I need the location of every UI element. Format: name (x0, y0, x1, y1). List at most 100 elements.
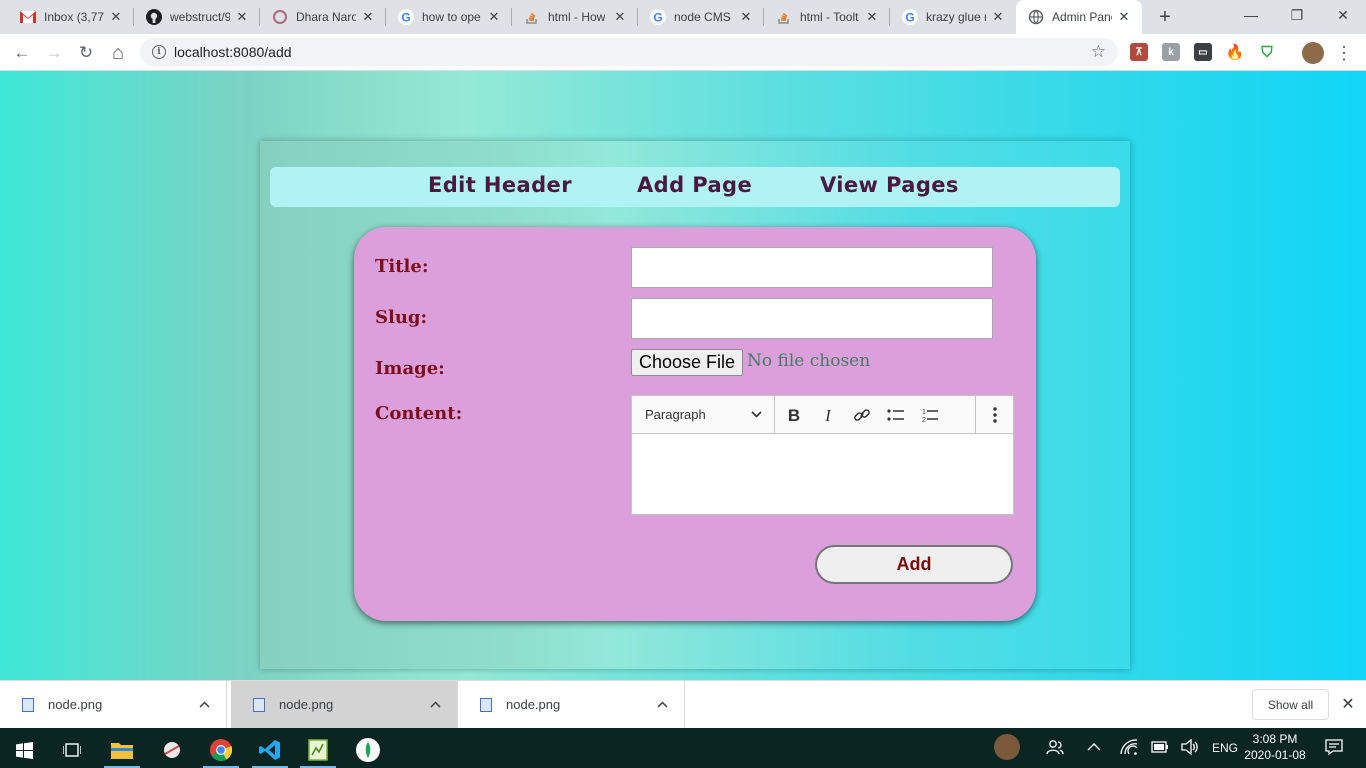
extension-icon[interactable]: k (1162, 43, 1180, 61)
more-options-icon[interactable] (982, 402, 1008, 428)
slug-input[interactable] (631, 298, 993, 339)
tab-dhara[interactable]: Dhara Naro ✕ (260, 0, 386, 34)
content-label: Content: (375, 403, 463, 424)
windows-taskbar: ENG 3:08 PM 2020-01-08 (0, 728, 1366, 768)
show-all-button[interactable]: Show all (1252, 689, 1329, 720)
bulleted-list-icon[interactable] (883, 402, 909, 428)
tab-gmail[interactable]: Inbox (3,77 ✕ (8, 0, 134, 34)
downloads-shelf: node.png node.png node.png Show all ✕ (0, 680, 1366, 728)
back-button[interactable]: ← (9, 40, 35, 66)
language-indicator[interactable]: ENG (1212, 741, 1238, 755)
task-view-icon[interactable] (48, 732, 96, 768)
people-avatar-icon[interactable] (994, 734, 1020, 760)
clock-date: 2020-01-08 (1244, 748, 1306, 762)
admin-panel: Edit Header Add Page View Pages Title: S… (260, 141, 1130, 669)
add-button[interactable]: Add (815, 545, 1013, 584)
close-icon[interactable]: ✕ (1116, 9, 1132, 25)
slug-label: Slug: (375, 307, 428, 328)
choose-file-button[interactable]: Choose File (631, 349, 743, 376)
title-input[interactable] (631, 247, 993, 288)
chevron-up-icon[interactable] (199, 696, 210, 711)
shield-extension-icon[interactable]: ⛉ (1258, 43, 1276, 61)
avatar[interactable] (1302, 42, 1324, 64)
svg-text:1: 1 (922, 409, 926, 416)
editor-toolbar: Paragraph B I 12 (631, 395, 1014, 434)
cast-extension-icon[interactable]: ▭ (1194, 43, 1212, 61)
link-icon[interactable] (849, 402, 875, 428)
numbered-list-icon[interactable]: 12 (917, 402, 943, 428)
google-icon: G (398, 9, 414, 25)
site-info-icon[interactable]: i (152, 45, 166, 59)
notifications-icon[interactable] (1325, 739, 1343, 758)
file-explorer-icon[interactable] (98, 732, 146, 768)
menu-add-page[interactable]: Add Page (637, 173, 752, 197)
tab-google-3[interactable]: G krazy glue r ✕ (890, 0, 1016, 34)
svg-text:G: G (401, 11, 410, 25)
close-icon[interactable]: ✕ (234, 9, 250, 25)
bold-icon[interactable]: B (781, 402, 807, 428)
tab-google-1[interactable]: G how to ope ✕ (386, 0, 512, 34)
chevron-up-icon[interactable] (430, 696, 441, 711)
close-icon[interactable]: ✕ (108, 9, 124, 25)
vscode-icon[interactable] (246, 732, 294, 768)
svg-text:B: B (788, 407, 800, 423)
stackoverflow-icon (524, 9, 540, 25)
download-item[interactable]: node.png (458, 681, 685, 728)
window-close-button[interactable]: ✕ (1320, 0, 1366, 30)
italic-icon[interactable]: I (815, 402, 841, 428)
reload-button[interactable]: ↻ (73, 40, 99, 66)
people-icon[interactable] (1046, 739, 1064, 758)
download-item[interactable]: node.png (231, 681, 458, 728)
minimize-button[interactable]: — (1228, 0, 1274, 30)
chevron-up-icon[interactable] (1087, 740, 1101, 755)
menu-view-pages[interactable]: View Pages (820, 173, 959, 197)
forward-button[interactable]: → (41, 40, 67, 66)
close-icon[interactable]: ✕ (486, 9, 502, 25)
tab-stackoverflow-2[interactable]: html - Toolt ✕ (764, 0, 890, 34)
download-filename: node.png (48, 697, 103, 712)
tab-stackoverflow-1[interactable]: html - How ✕ (512, 0, 638, 34)
download-item[interactable]: node.png (0, 681, 227, 728)
tab-title: html - Toolt (800, 10, 859, 24)
tab-title: Inbox (3,77 (44, 10, 104, 24)
tab-google-2[interactable]: G node CMS i ✕ (638, 0, 764, 34)
notepad-plus-icon[interactable] (294, 732, 342, 768)
page-viewport: Edit Header Add Page View Pages Title: S… (0, 71, 1366, 680)
chrome-icon[interactable] (197, 732, 245, 768)
heading-dropdown-value: Paragraph (645, 407, 706, 422)
tab-title: Dhara Naro (296, 10, 356, 24)
content-editor[interactable] (631, 434, 1014, 515)
close-icon[interactable]: ✕ (1338, 694, 1358, 714)
google-icon: G (902, 9, 918, 25)
snipping-tool-icon[interactable] (148, 732, 196, 768)
tab-admin-panel[interactable]: Admin Pane ✕ (1016, 0, 1142, 34)
fire-extension-icon[interactable]: 🔥 (1226, 43, 1244, 61)
google-icon: G (650, 9, 666, 25)
pdf-extension-icon[interactable]: ⊼ (1130, 43, 1148, 61)
volume-icon[interactable] (1181, 738, 1199, 758)
close-icon[interactable]: ✕ (990, 9, 1006, 25)
new-tab-button[interactable]: + (1154, 6, 1176, 28)
menu-edit-header[interactable]: Edit Header (428, 173, 572, 197)
restore-button[interactable]: ❐ (1274, 0, 1320, 30)
bookmark-star-icon[interactable]: ☆ (1091, 42, 1106, 62)
windows-start-icon[interactable] (0, 732, 48, 768)
close-icon[interactable]: ✕ (360, 9, 376, 25)
battery-icon[interactable] (1151, 741, 1169, 756)
system-clock[interactable]: 3:08 PM 2020-01-08 (1241, 731, 1309, 763)
mongodb-compass-icon[interactable] (344, 732, 392, 768)
wifi-icon[interactable] (1120, 739, 1138, 758)
url-text[interactable]: localhost:8080/add (174, 44, 292, 60)
chevron-up-icon[interactable] (657, 696, 668, 711)
address-bar[interactable]: i localhost:8080/add ☆ (140, 38, 1118, 66)
heading-dropdown[interactable]: Paragraph (632, 396, 775, 433)
chrome-menu-icon[interactable]: ⋮ (1331, 40, 1357, 66)
close-icon[interactable]: ✕ (864, 9, 880, 25)
svg-text:G: G (653, 11, 662, 25)
tab-github[interactable]: webstruct/9 ✕ (134, 0, 260, 34)
tab-title: html - How (548, 10, 606, 24)
add-page-form: Title: Slug: Image: Choose File No file … (354, 227, 1036, 621)
close-icon[interactable]: ✕ (738, 9, 754, 25)
close-icon[interactable]: ✕ (612, 9, 628, 25)
home-button[interactable]: ⌂ (105, 40, 131, 66)
